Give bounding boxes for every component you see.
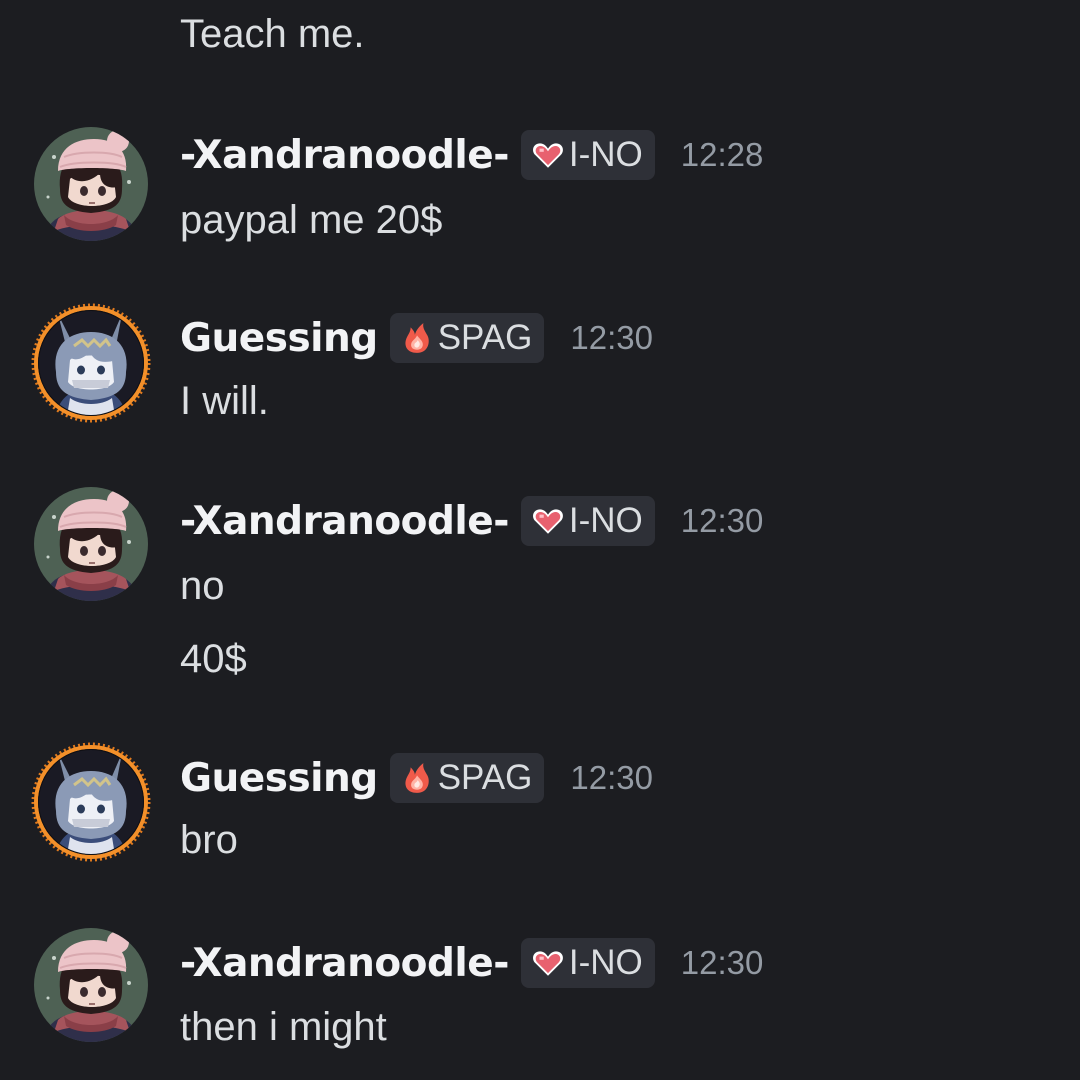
- server-tag-label: I-NO: [568, 135, 643, 174]
- username[interactable]: Guessing: [180, 316, 378, 361]
- heart-icon: [531, 138, 565, 172]
- avatar[interactable]: [34, 487, 148, 601]
- message-content-line: paypal me 20$: [180, 198, 443, 242]
- server-tag[interactable]: SPAG: [389, 753, 545, 803]
- flame-icon: [400, 761, 434, 795]
- heart-icon: [531, 946, 565, 980]
- username[interactable]: Guessing: [180, 756, 378, 801]
- message-header: -Xandranoodle- I-NO 12:30: [180, 937, 763, 989]
- message-header: -Xandranoodle- I-NO 12:28: [180, 129, 763, 181]
- avatar[interactable]: [34, 928, 148, 1042]
- flame-icon: [400, 321, 434, 355]
- message-content-line: 40$: [180, 637, 247, 681]
- message-content-line: no: [180, 564, 225, 608]
- timestamp: 12:30: [680, 502, 764, 539]
- message-content-line: Teach me.: [180, 12, 365, 56]
- message-content-line: then i might: [180, 1005, 387, 1049]
- server-tag-label: SPAG: [437, 758, 533, 797]
- timestamp: 12:30: [680, 944, 764, 981]
- server-tag-label: I-NO: [568, 943, 643, 982]
- heart-icon: [531, 504, 565, 538]
- message-header: Guessing SPAG 12:30: [180, 752, 653, 804]
- server-tag[interactable]: I-NO: [520, 130, 655, 180]
- timestamp: 12:30: [570, 759, 653, 796]
- avatar[interactable]: [34, 127, 148, 241]
- username[interactable]: -Xandranoodle-: [180, 941, 509, 986]
- message-content-line: I will.: [180, 379, 269, 423]
- timestamp: 12:28: [680, 136, 764, 173]
- message-list: Teach me. -Xandranoodle- I-NO 12:28 payp…: [0, 0, 1080, 1080]
- username[interactable]: -Xandranoodle-: [180, 133, 509, 178]
- message-header: Guessing SPAG 12:30: [180, 312, 653, 364]
- message-content-line: bro: [180, 818, 238, 862]
- avatar[interactable]: [30, 741, 152, 863]
- username[interactable]: -Xandranoodle-: [180, 499, 509, 544]
- server-tag-label: I-NO: [568, 501, 643, 540]
- timestamp: 12:30: [570, 319, 653, 356]
- server-tag-label: SPAG: [437, 318, 533, 357]
- avatar[interactable]: [30, 302, 152, 424]
- server-tag[interactable]: I-NO: [520, 938, 655, 988]
- server-tag[interactable]: I-NO: [520, 496, 655, 546]
- server-tag[interactable]: SPAG: [389, 313, 545, 363]
- message-header: -Xandranoodle- I-NO 12:30: [180, 495, 763, 547]
